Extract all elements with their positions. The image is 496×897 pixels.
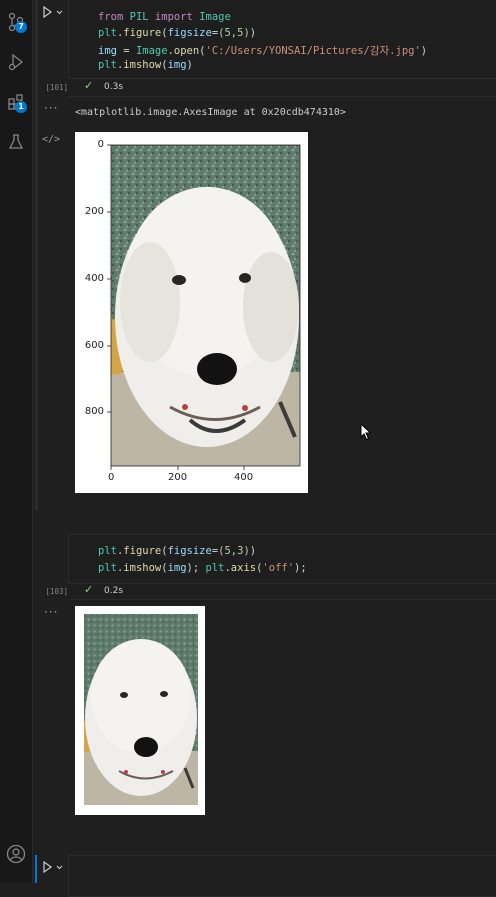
execution-count: [101] [45,83,68,92]
source-control-icon[interactable]: 7 [0,6,32,38]
activity-bar: 7 1 [0,0,33,883]
y-tick-label: 800 [84,406,104,417]
y-tick-label: 400 [84,273,104,284]
dog-image-plot-axis-off [84,614,198,805]
execution-count: [103] [45,587,68,596]
x-tick-label: 200 [168,472,188,483]
x-tick-label: 0 [108,472,115,483]
code-line: from PIL import Image [98,11,231,23]
code-line: img = Image.open('C:/Users/YONSAI/Pictur… [98,45,428,57]
extensions-badge: 1 [15,101,27,113]
success-check-icon: ✓ [84,583,94,596]
run-debug-icon[interactable] [0,46,32,78]
execution-time: 0.2s [104,586,124,596]
active-cell-indicator [35,855,37,883]
run-cell-button[interactable] [42,859,64,875]
extensions-icon[interactable]: 1 [0,86,32,118]
y-tick-label: 600 [84,340,104,351]
x-tick-label: 400 [234,472,254,483]
run-icon [43,861,63,873]
code-cell-editor[interactable] [68,534,496,584]
empty-code-cell-editor[interactable] [68,855,496,897]
account-icon[interactable] [0,838,32,870]
y-tick-label: 0 [97,139,104,150]
output-menu-icon[interactable]: ··· [44,101,58,115]
code-line: plt.figure(figsize=(5,5)) [98,27,257,39]
run-cell-button[interactable] [42,4,64,20]
divider [68,599,496,600]
code-line: plt.imshow(img); plt.axis('off'); [98,562,307,574]
code-line: plt.imshow(img) [98,59,193,71]
plot-figure [75,606,205,815]
run-icon [43,6,63,18]
code-line: plt.figure(figsize=(5,3)) [98,545,257,557]
source-control-badge: 7 [15,21,27,33]
y-tick-label: 200 [84,206,104,217]
output-menu-icon[interactable]: ··· [44,605,58,619]
execution-time: 0.3s [104,82,124,92]
mouse-cursor-icon [360,423,372,441]
code-brackets-icon[interactable]: </> [42,134,60,145]
plot-figure: 0 200 400 600 800 0 200 400 [75,132,308,493]
testing-flask-icon[interactable] [0,126,32,158]
dog-image-plot [107,144,301,470]
divider [68,96,496,97]
cell-focus-bar [35,0,38,510]
output-text: <matplotlib.image.AxesImage at 0x20cdb47… [75,107,346,118]
success-check-icon: ✓ [84,79,94,92]
